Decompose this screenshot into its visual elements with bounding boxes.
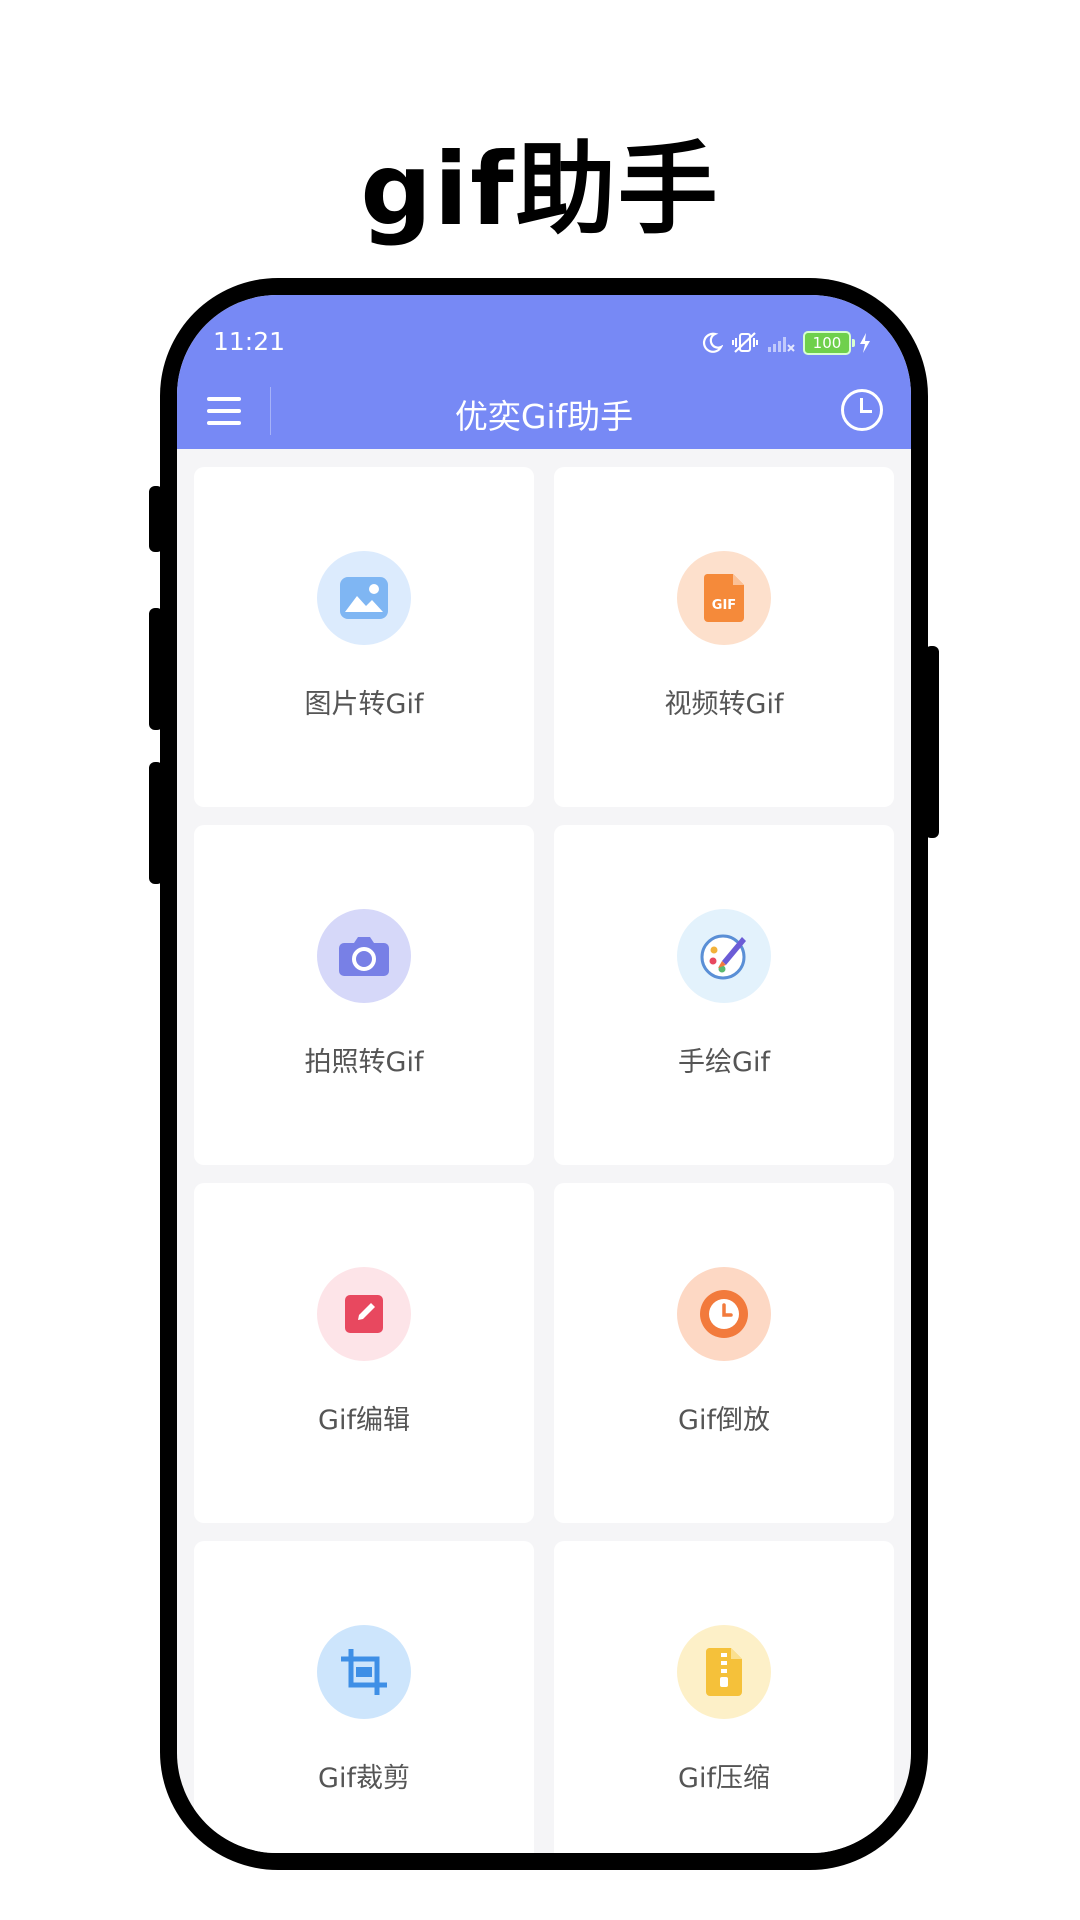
battery-icon: 100 bbox=[803, 331, 855, 355]
icon-circle bbox=[677, 1267, 771, 1361]
status-time: 11:21 bbox=[213, 327, 286, 356]
feature-card-image-to-gif[interactable]: 图片转Gif bbox=[194, 467, 534, 807]
icon-circle bbox=[677, 909, 771, 1003]
signal-icon bbox=[768, 337, 795, 352]
phone-frame: 11:21 100 优奕Gif助手 图片转Gif GIF 视频转Gif 拍照转G… bbox=[149, 278, 939, 1870]
moon-icon bbox=[703, 332, 723, 353]
palette-icon bbox=[700, 934, 746, 980]
feature-card-gif-crop[interactable]: Gif裁剪 bbox=[194, 1541, 534, 1853]
feature-card-gif-edit[interactable]: Gif编辑 bbox=[194, 1183, 534, 1523]
edit-icon bbox=[345, 1295, 383, 1333]
clock-icon bbox=[700, 1290, 748, 1338]
feature-card-hand-draw-gif[interactable]: 手绘Gif bbox=[554, 825, 894, 1165]
feature-label: Gif裁剪 bbox=[318, 1763, 410, 1794]
app-title: 优奕Gif助手 bbox=[454, 397, 634, 436]
phone-power-button bbox=[925, 646, 939, 838]
crop-icon bbox=[341, 1649, 387, 1695]
history-clock-button[interactable] bbox=[841, 389, 883, 431]
feature-card-photo-to-gif[interactable]: 拍照转Gif bbox=[194, 825, 534, 1165]
feature-label: Gif压缩 bbox=[678, 1763, 770, 1794]
feature-label: 拍照转Gif bbox=[304, 1047, 424, 1078]
feature-card-gif-reverse[interactable]: Gif倒放 bbox=[554, 1183, 894, 1523]
app-header: 11:21 100 优奕Gif助手 bbox=[177, 295, 911, 449]
camera-icon bbox=[339, 937, 389, 976]
icon-circle bbox=[317, 1625, 411, 1719]
icon-circle bbox=[677, 1625, 771, 1719]
icon-circle bbox=[317, 1267, 411, 1361]
feature-label: 图片转Gif bbox=[304, 689, 424, 720]
feature-label: 视频转Gif bbox=[664, 689, 784, 720]
zip-icon bbox=[705, 1648, 742, 1696]
charging-icon bbox=[860, 333, 870, 353]
feature-grid: 图片转Gif GIF 视频转Gif 拍照转Gif 手绘Gif Gif编辑 Gif… bbox=[194, 467, 894, 1853]
toolbar: 优奕Gif助手 bbox=[177, 377, 911, 449]
phone-volume-up-button bbox=[149, 608, 163, 730]
feature-label: Gif编辑 bbox=[318, 1405, 410, 1436]
feature-card-gif-compress[interactable]: Gif压缩 bbox=[554, 1541, 894, 1853]
icon-circle bbox=[317, 551, 411, 645]
icon-circle: GIF bbox=[677, 551, 771, 645]
phone-side-button bbox=[149, 486, 163, 552]
feature-label: 手绘Gif bbox=[678, 1047, 770, 1078]
feature-card-video-to-gif[interactable]: GIF 视频转Gif bbox=[554, 467, 894, 807]
phone-screen: 11:21 100 优奕Gif助手 图片转Gif GIF 视频转Gif 拍照转G… bbox=[177, 295, 911, 1853]
promo-title: gif助手 bbox=[360, 131, 720, 248]
gif-file-icon-text: GIF bbox=[712, 598, 736, 613]
gif-file-icon: GIF bbox=[703, 574, 744, 622]
image-icon bbox=[340, 577, 388, 619]
phone-volume-down-button bbox=[149, 762, 163, 884]
feature-label: Gif倒放 bbox=[678, 1405, 770, 1436]
status-icons: 100 bbox=[701, 327, 871, 359]
vibrate-muted-icon bbox=[732, 332, 758, 353]
icon-circle bbox=[317, 909, 411, 1003]
